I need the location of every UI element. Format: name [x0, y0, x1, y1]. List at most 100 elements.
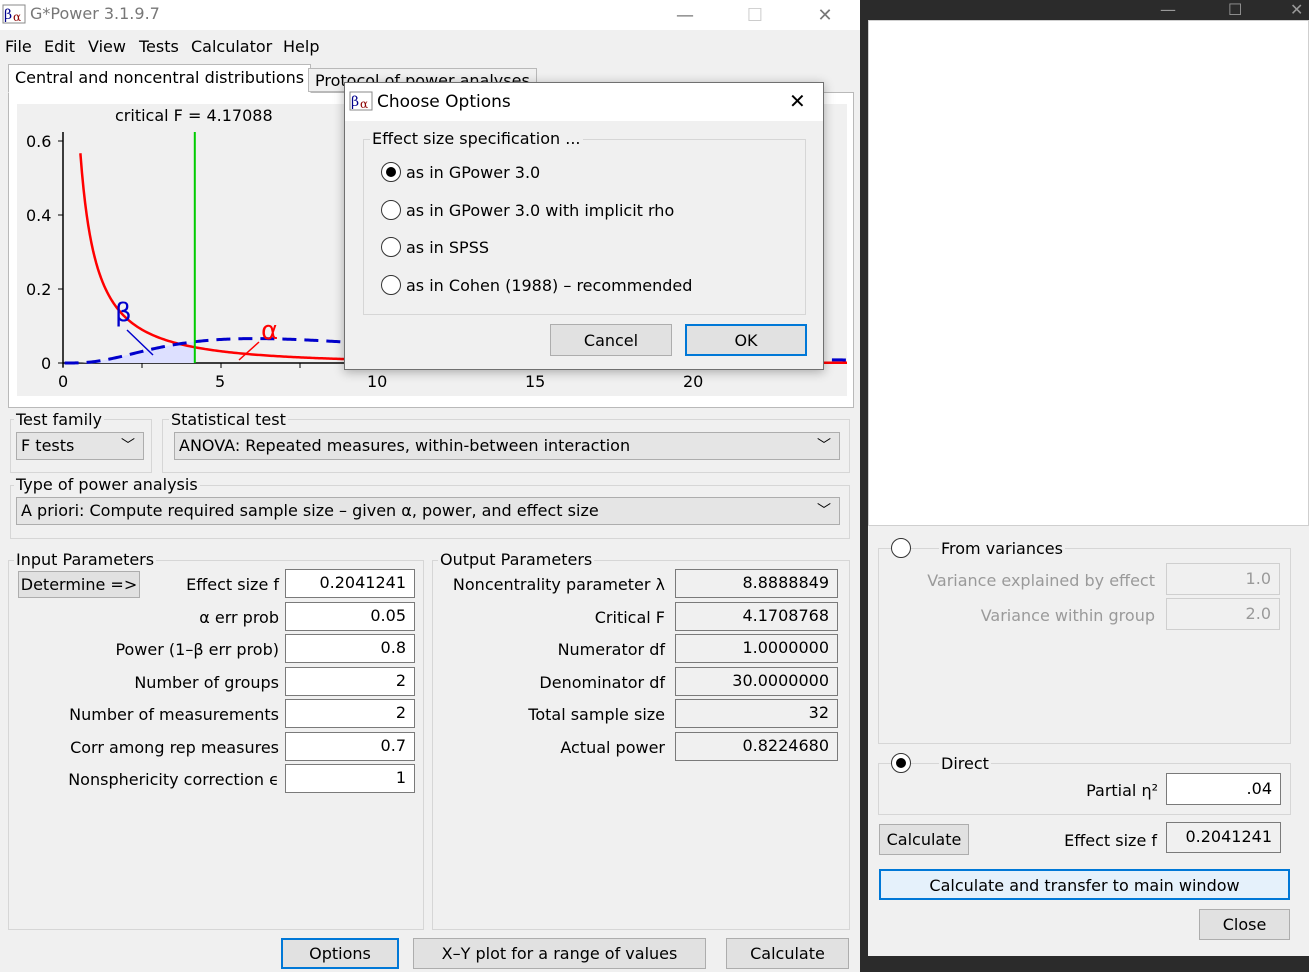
actual-power-label: Actual power — [560, 738, 665, 757]
close-button[interactable]: ✕ — [802, 0, 848, 30]
calc-minimize-button[interactable]: — — [1160, 0, 1176, 19]
total-sample-label: Total sample size — [528, 705, 665, 724]
menu-edit[interactable]: Edit — [44, 37, 75, 56]
effect-size-spec-label: Effect size specification ... — [370, 129, 583, 148]
variance-explained-label: Variance explained by effect — [927, 571, 1155, 590]
noncentrality-label: Noncentrality parameter λ — [452, 575, 665, 594]
cancel-button[interactable]: Cancel — [550, 324, 672, 356]
groups-field[interactable]: 2 — [285, 667, 415, 696]
option-implicit-rho-label: as in GPower 3.0 with implicit rho — [406, 201, 675, 220]
critical-f-field: 4.1708768 — [675, 602, 838, 631]
choose-options-dialog: β α Choose Options ✕ Effect size specifi… — [344, 82, 824, 370]
calc-calculate-button[interactable]: Calculate — [879, 824, 969, 855]
y-tick: 0.2 — [26, 280, 52, 299]
menu-view[interactable]: View — [88, 37, 126, 56]
option-implicit-rho-radio[interactable] — [381, 200, 401, 220]
alpha-err-field[interactable]: 0.05 — [285, 602, 415, 631]
statistical-test-label: Statistical test — [169, 410, 288, 429]
y-tick: 0.6 — [26, 132, 52, 151]
option-cohen-label: as in Cohen (1988) – recommended — [406, 276, 693, 295]
calculate-button[interactable]: Calculate — [726, 938, 849, 969]
option-spss-label: as in SPSS — [406, 238, 490, 257]
option-gpower30-label: as in GPower 3.0 — [406, 163, 541, 182]
title-bar: β α G*Power 3.1.9.7 — ☐ ✕ — [0, 0, 860, 30]
alpha-pointer — [238, 341, 260, 361]
calc-close-window-button[interactable]: Close — [1199, 909, 1290, 940]
calc-effect-size-field: 0.2041241 — [1166, 822, 1281, 853]
tab-distributions[interactable]: Central and noncentral distributions — [8, 64, 312, 93]
x-tick: 5 — [215, 372, 226, 391]
gpower-logo-icon: β α — [349, 90, 373, 112]
alpha-label: α — [261, 316, 279, 346]
svg-text:β: β — [351, 94, 359, 110]
variance-within-label: Variance within group — [980, 606, 1155, 625]
calculator-blank-panel — [868, 20, 1309, 526]
menu-bar: File Edit View Tests Calculator Help — [0, 34, 860, 60]
measurements-label: Number of measurements — [69, 705, 279, 724]
y-tick: 0 — [41, 354, 52, 373]
input-parameters-label: Input Parameters — [14, 550, 157, 569]
power-analysis-select[interactable]: A priori: Compute required sample size –… — [16, 497, 840, 525]
x-tick: 10 — [367, 372, 388, 391]
nonsphericity-field[interactable]: 1 — [285, 764, 415, 793]
partial-eta-label: Partial η² — [1086, 781, 1158, 800]
from-variances-radio[interactable] — [891, 538, 911, 558]
xy-plot-button[interactable]: X–Y plot for a range of values — [413, 938, 706, 969]
denominator-df-label: Denominator df — [539, 673, 665, 692]
test-family-select[interactable]: F tests ﹀ — [16, 432, 144, 460]
direct-radio[interactable] — [891, 753, 911, 773]
minimize-button[interactable]: — — [662, 0, 708, 30]
nonsphericity-label: Nonsphericity correction ϵ — [68, 770, 279, 789]
critical-f-label: critical F = 4.17088 — [115, 106, 273, 125]
dialog-title-bar: β α Choose Options ✕ — [345, 83, 823, 121]
ok-button[interactable]: OK — [685, 324, 807, 356]
option-spss-radio[interactable] — [381, 237, 401, 257]
x-tick: 15 — [525, 372, 546, 391]
critical-f-out-label: Critical F — [594, 608, 665, 627]
dialog-close-icon[interactable]: ✕ — [789, 89, 806, 113]
menu-help[interactable]: Help — [283, 37, 319, 56]
partial-eta-field[interactable]: .04 — [1166, 773, 1281, 805]
measurements-field[interactable]: 2 — [285, 699, 415, 728]
power-analysis-label: Type of power analysis — [14, 475, 200, 494]
variance-within-field: 2.0 — [1166, 598, 1280, 630]
alpha-err-label: α err prob — [199, 608, 279, 627]
numerator-df-field: 1.0000000 — [675, 634, 838, 663]
determine-button[interactable]: Determine => — [18, 571, 140, 598]
menu-tests[interactable]: Tests — [139, 37, 179, 56]
menu-file[interactable]: File — [5, 37, 32, 56]
statistical-test-select[interactable]: ANOVA: Repeated measures, within-between… — [174, 432, 840, 460]
power-label: Power (1–β err prob) — [115, 640, 279, 659]
effect-size-field[interactable]: 0.2041241 — [285, 569, 415, 598]
dialog-title: Choose Options — [377, 92, 511, 112]
svg-text:β: β — [4, 7, 12, 23]
svg-text:α: α — [13, 10, 21, 24]
variance-explained-field: 1.0 — [1166, 563, 1280, 595]
chevron-down-icon: ﹀ — [817, 503, 831, 519]
x-tick: 20 — [683, 372, 704, 391]
chevron-down-icon: ﹀ — [121, 438, 135, 454]
maximize-button[interactable]: ☐ — [732, 0, 778, 30]
calculate-transfer-button[interactable]: Calculate and transfer to main window — [879, 869, 1290, 900]
power-field[interactable]: 0.8 — [285, 634, 415, 663]
svg-text:α: α — [360, 97, 368, 111]
actual-power-field: 0.8224680 — [675, 732, 838, 761]
corr-field[interactable]: 0.7 — [285, 732, 415, 761]
groups-label: Number of groups — [134, 673, 279, 692]
denominator-df-field: 30.0000000 — [675, 667, 838, 696]
effect-size-label: Effect size f — [186, 575, 279, 594]
calc-maximize-button[interactable]: ☐ — [1228, 0, 1242, 19]
calc-effect-size-label: Effect size f — [1064, 831, 1157, 850]
option-gpower30-radio[interactable] — [381, 162, 401, 182]
window-title: G*Power 3.1.9.7 — [30, 4, 160, 23]
numerator-df-label: Numerator df — [557, 640, 665, 659]
options-button[interactable]: Options — [281, 938, 399, 969]
direct-label: Direct — [939, 754, 991, 773]
calc-close-button[interactable]: ✕ — [1290, 0, 1303, 19]
noncentrality-field: 8.8888849 — [675, 569, 838, 598]
test-family-label: Test family — [14, 410, 104, 429]
option-cohen-radio[interactable] — [381, 275, 401, 295]
gpower-logo-icon: β α — [2, 3, 26, 25]
menu-calculator[interactable]: Calculator — [191, 37, 272, 56]
beta-label: β — [115, 298, 132, 328]
